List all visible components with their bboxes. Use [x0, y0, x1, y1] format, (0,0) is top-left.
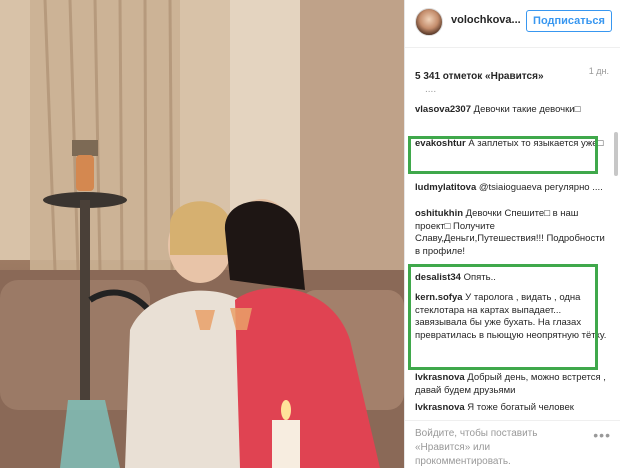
comment: lvkrasnova Я тоже богатый человек: [415, 402, 611, 415]
post-time[interactable]: 1 дн.: [589, 66, 609, 76]
comment-text: @tsiaioguaeva регулярно ....: [478, 182, 603, 193]
comment: lvkrasnova Добрый день, можно встрется ,…: [415, 372, 611, 397]
comment: ludmylatitova @tsiaioguaeva регулярно ..…: [415, 182, 611, 195]
post-photo: [0, 0, 404, 468]
load-more-comments[interactable]: ....: [425, 84, 436, 95]
comment-username[interactable]: ludmylatitova: [415, 182, 476, 193]
likes-count[interactable]: 5 341 отметок «Нравится»: [415, 71, 544, 82]
comment: vlasova2307 Девочки такие девочки□: [415, 104, 611, 117]
comment-text: Я тоже богатый человек: [467, 402, 574, 413]
comment-username[interactable]: lvkrasnova: [415, 402, 465, 413]
likes-row: 5 341 отметок «Нравится» 1 дн.: [415, 66, 615, 82]
comments-scrollbar[interactable]: [614, 132, 618, 176]
username-link[interactable]: volochkova...: [451, 14, 521, 26]
comment-text: Девочки такие девочки□: [473, 104, 581, 115]
comment: oshitukhin Девочки Спешите□ в наш проект…: [415, 208, 611, 258]
follow-button[interactable]: Подписаться: [526, 10, 612, 32]
more-options-icon[interactable]: •••: [593, 427, 611, 443]
post-footer: Войдите, чтобы поставить «Нравится» или …: [405, 420, 620, 468]
post-header: volochkova... Подписаться: [405, 0, 620, 48]
comment-username[interactable]: vlasova2307: [415, 104, 471, 115]
highlight-box: [408, 136, 598, 174]
post-panel: volochkova... Подписаться 5 341 отметок …: [404, 0, 620, 468]
comment-username[interactable]: oshitukhin: [415, 208, 463, 219]
highlight-box: [408, 264, 598, 370]
avatar[interactable]: [415, 8, 443, 36]
photo-illustration: [0, 0, 404, 468]
login-prompt-link[interactable]: Войдите, чтобы поставить «Нравится» или …: [415, 427, 575, 468]
comment-username[interactable]: lvkrasnova: [415, 372, 465, 383]
